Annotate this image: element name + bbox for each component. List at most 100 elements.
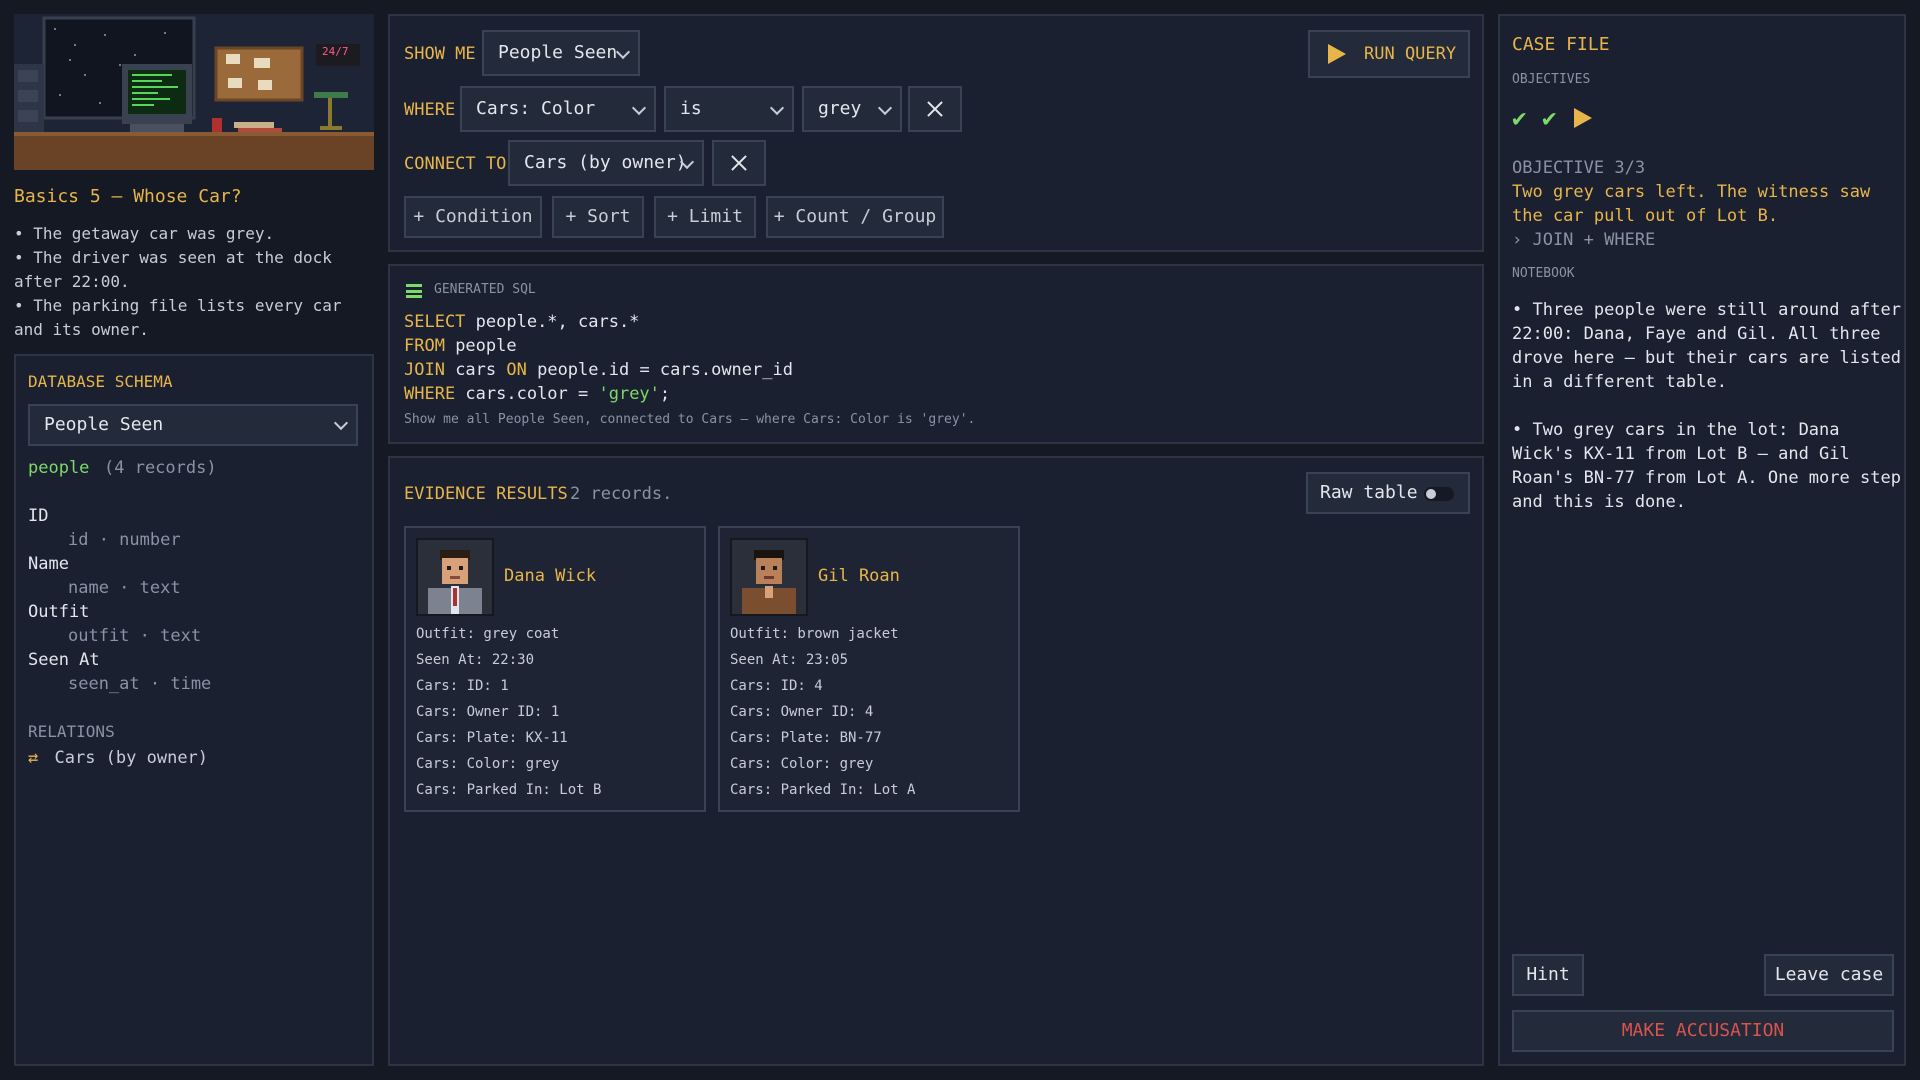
connect-to-select[interactable]: Cars (by owner) (508, 140, 704, 186)
show-me-label: SHOW ME (404, 44, 476, 64)
hint-button[interactable]: Hint (1512, 954, 1584, 996)
evidence-line: Cars: ID: 1 (416, 678, 509, 694)
note-line: Wick's KX-11 from Lot B — and Gil (1512, 444, 1850, 464)
relation-item[interactable]: ⇄ Cars (by owner) (28, 748, 208, 768)
evidence-line: Outfit: grey coat (416, 626, 560, 642)
raw-table-label: Raw table (1320, 482, 1418, 503)
notebook-entry: • Three people were still around after 2… (1512, 298, 1901, 394)
field-label: Name (28, 554, 69, 574)
schema-table-select[interactable]: People Seen (28, 404, 358, 446)
where-field-select[interactable]: Cars: Color (460, 86, 656, 132)
evidence-line: Seen At: 22:30 (416, 652, 535, 668)
run-query-button[interactable]: RUN QUERY (1308, 30, 1470, 78)
person-name: Dana Wick (504, 566, 597, 586)
schema-heading: DATABASE SCHEMA (28, 372, 173, 391)
sql-summary: Show me all People Seen, connected to Ca… (404, 412, 976, 427)
sql-heading: GENERATED SQL (434, 282, 536, 297)
avatar-art (418, 540, 492, 614)
sql-code: SELECT people.*, cars.* FROM people JOIN… (404, 310, 793, 406)
office-scene-art (14, 14, 374, 170)
evidence-line: Cars: Color: grey (730, 756, 874, 772)
sql-string: 'grey' (598, 384, 660, 404)
brief-line: • The driver was seen at the dock (14, 248, 332, 267)
check-icon: ✔ (1512, 104, 1527, 132)
toggle-knob (1426, 489, 1436, 499)
remove-where-button[interactable] (908, 86, 962, 132)
objective-title: OBJECTIVE 3/3 (1512, 158, 1646, 178)
schema-table-select-value: People Seen (44, 414, 164, 435)
evidence-line: Cars: Parked In: Lot A (730, 782, 916, 798)
evidence-line: Seen At: 23:05 (730, 652, 849, 668)
chevron-down-icon (333, 415, 349, 431)
where-value-value: grey (818, 98, 862, 119)
sql-line: WHERE cars.color = 'grey'; (404, 382, 793, 406)
where-operator-value: is (680, 98, 702, 119)
add-count-group-button[interactable]: + Count / Group (766, 196, 944, 238)
make-accusation-button[interactable]: MAKE ACCUSATION (1512, 1010, 1894, 1052)
sql-keyword: WHERE (404, 384, 456, 404)
brief-line: • The getaway car was grey. (14, 224, 275, 243)
sql-keyword: ON (506, 360, 527, 380)
sql-text: people.id = cars.owner_id (526, 360, 793, 380)
relation-label: Cars (by owner) (54, 748, 209, 768)
case-file-panel: CASE FILE OBJECTIVES ✔ ✔ OBJECTIVE 3/3 T… (1498, 14, 1906, 1066)
field-column: name · text (68, 578, 181, 598)
sql-keyword: FROM (404, 336, 445, 356)
results-count: 2 records. (570, 484, 673, 504)
show-me-select[interactable]: People Seen (482, 30, 640, 76)
add-limit-button[interactable]: + Limit (654, 196, 756, 238)
evidence-card[interactable]: Gil Roan Outfit: brown jacket Seen At: 2… (718, 526, 1020, 812)
table-name: people (28, 458, 90, 478)
results-panel: EVIDENCE RESULTS 2 records. Raw table Da… (388, 456, 1484, 1066)
objective-hint: › JOIN + WHERE (1512, 230, 1656, 250)
evidence-card[interactable]: Dana Wick Outfit: grey coat Seen At: 22:… (404, 526, 706, 812)
field-column: outfit · text (68, 626, 202, 646)
evidence-line: Cars: Plate: BN-77 (730, 730, 882, 746)
brief-line: and its owner. (14, 320, 149, 339)
where-value-select[interactable]: grey (802, 86, 902, 132)
remove-connect-button[interactable] (712, 140, 766, 186)
add-condition-button[interactable]: + Condition (404, 196, 542, 238)
sql-text: people.*, cars.* (465, 312, 640, 332)
raw-table-toggle[interactable]: Raw table (1306, 472, 1470, 514)
field-column: id · number (68, 530, 181, 550)
note-line: drove here — but their cars are listed (1512, 348, 1901, 368)
sql-text: cars (444, 360, 507, 380)
leave-case-button[interactable]: Leave case (1764, 954, 1894, 996)
person-name: Gil Roan (818, 566, 900, 586)
field-label: Outfit (28, 602, 90, 622)
list-icon-mid (406, 290, 422, 293)
case-file-heading: CASE FILE (1512, 34, 1610, 55)
field-label: Seen At (28, 650, 100, 670)
sql-keyword: SELECT (404, 312, 466, 332)
schema-panel: DATABASE SCHEMA People Seen people (4 re… (14, 354, 374, 1066)
level-title: Basics 5 — Whose Car? (14, 186, 242, 207)
connect-to-label: CONNECT TO (404, 154, 507, 174)
evidence-line: Cars: Plate: KX-11 (416, 730, 568, 746)
sql-panel: GENERATED SQL SELECT people.*, cars.* FR… (388, 264, 1484, 444)
level-brief: • The getaway car was grey. • The driver… (14, 222, 342, 342)
results-heading: EVIDENCE RESULTS (404, 484, 568, 504)
swap-arrows-icon: ⇄ (28, 748, 39, 768)
add-sort-button[interactable]: + Sort (552, 196, 644, 238)
query-builder-panel: SHOW ME People Seen RUN QUERY WHERE Cars… (388, 14, 1484, 252)
field-column: seen_at · time (68, 674, 212, 694)
sql-text: cars.color = (455, 384, 599, 404)
relations-heading: RELATIONS (28, 722, 115, 741)
avatar-art (732, 540, 806, 614)
evidence-line: Cars: Owner ID: 1 (416, 704, 560, 720)
evidence-line: Cars: Owner ID: 4 (730, 704, 874, 720)
where-operator-select[interactable]: is (664, 86, 794, 132)
notebook-label: NOTEBOOK (1512, 266, 1575, 281)
person-avatar (730, 538, 808, 616)
sql-text: people (444, 336, 517, 356)
where-label: WHERE (404, 100, 456, 120)
chevron-down-icon (631, 100, 647, 116)
connect-to-value: Cars (by owner) (524, 152, 687, 173)
run-query-label: RUN QUERY (1364, 44, 1457, 64)
note-line: • Two grey cars in the lot: Dana (1512, 420, 1840, 440)
sql-line: SELECT people.*, cars.* (404, 310, 793, 334)
office-scene: 24/7 (14, 14, 374, 170)
evidence-line: Outfit: brown jacket (730, 626, 899, 642)
note-line: • Three people were still around after (1512, 300, 1901, 320)
